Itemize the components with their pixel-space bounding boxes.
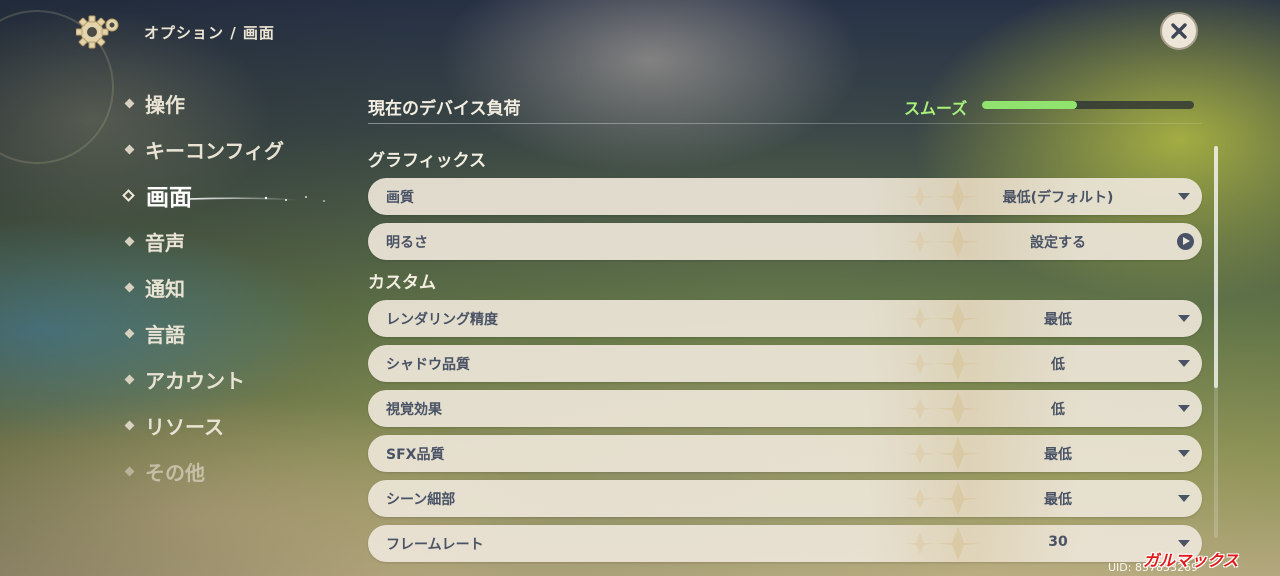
site-watermark: ガルマックス <box>1143 551 1239 570</box>
setting-label: レンダリング精度 <box>386 312 498 328</box>
bullet-icon <box>124 466 135 476</box>
device-load-row: 現在のデバイス負荷 スムーズ <box>368 80 1202 130</box>
chevron-down-icon <box>1178 495 1190 502</box>
chevron-down-icon <box>1178 405 1190 412</box>
nav-item-resources[interactable]: リソース <box>124 402 284 448</box>
bullet-icon <box>124 420 135 430</box>
settings-nav: 操作 キーコンフィグ 画面 音声 通知 言語 アカウント リソース その他 <box>122 80 325 494</box>
setting-value: 設定する <box>1030 235 1086 251</box>
nav-item-other[interactable]: その他 <box>124 448 284 494</box>
device-load-status: スムーズ <box>904 99 968 118</box>
selected-bullet-icon <box>122 188 135 202</box>
chevron-down-icon <box>1178 540 1190 547</box>
setting-label: 視覚効果 <box>386 402 442 418</box>
divider <box>368 123 1202 124</box>
nav-item-label: 操作 <box>145 92 185 117</box>
setting-label: SFX品質 <box>386 447 445 463</box>
setting-value: 最低 <box>1044 447 1072 463</box>
bullet-icon <box>124 144 135 154</box>
chevron-down-icon <box>1178 315 1190 322</box>
close-icon <box>1171 23 1187 39</box>
section-title-custom: カスタム <box>368 273 436 293</box>
bullet-icon <box>124 374 135 384</box>
device-load-label: 現在のデバイス負荷 <box>368 99 521 119</box>
nav-item-audio[interactable]: 音声 <box>124 218 284 264</box>
nav-item-language[interactable]: 言語 <box>124 310 284 356</box>
chevron-down-icon <box>1178 193 1190 200</box>
nav-item-label: その他 <box>145 460 205 485</box>
setting-value: 最低 <box>1044 312 1072 328</box>
setting-label: 明るさ <box>386 235 428 251</box>
setting-value: 30 <box>1048 534 1068 550</box>
nav-item-key-config[interactable]: キーコンフィグ <box>124 126 284 172</box>
scene-detail-dropdown[interactable]: シーン細部 最低 <box>368 480 1202 517</box>
section-title-graphics: グラフィックス <box>368 151 487 171</box>
setting-label: シーン細部 <box>386 492 456 508</box>
nav-item-label: 画面 <box>146 185 192 211</box>
nav-item-label: アカウント <box>145 368 245 393</box>
scrollbar-thumb[interactable] <box>1214 146 1218 388</box>
nav-item-account[interactable]: アカウント <box>124 356 284 402</box>
scrollbar[interactable] <box>1214 146 1218 538</box>
breadcrumb: オプション / 画面 <box>144 23 275 42</box>
chevron-down-icon <box>1178 450 1190 457</box>
setting-value: 最低(デフォルト) <box>1002 190 1114 206</box>
chevron-down-icon <box>1178 360 1190 367</box>
bullet-icon <box>124 98 135 108</box>
setting-value: 最低 <box>1044 492 1072 508</box>
bullet-icon <box>124 236 135 246</box>
setting-value: 低 <box>1051 402 1065 418</box>
gear-icon <box>75 12 124 52</box>
setting-label: フレームレート <box>386 537 484 553</box>
device-load-fill <box>982 101 1078 109</box>
nav-item-label: 言語 <box>145 322 185 347</box>
visual-effects-dropdown[interactable]: 視覚効果 低 <box>368 390 1202 427</box>
nav-item-label: リソース <box>145 414 224 439</box>
nav-item-controls[interactable]: 操作 <box>124 80 284 126</box>
render-resolution-dropdown[interactable]: レンダリング精度 最低 <box>368 300 1202 337</box>
shadow-quality-dropdown[interactable]: シャドウ品質 低 <box>368 345 1202 382</box>
setting-label: 画質 <box>386 190 414 206</box>
bullet-icon <box>124 282 135 292</box>
selection-sparkle-icon <box>188 196 325 202</box>
nav-item-label: 音声 <box>145 230 185 255</box>
setting-label: シャドウ品質 <box>386 357 470 373</box>
nav-item-notifications[interactable]: 通知 <box>124 264 284 310</box>
device-load-bar <box>982 101 1194 109</box>
nav-item-label: キーコンフィグ <box>145 138 284 163</box>
graphics-settings-panel: 現在のデバイス負荷 スムーズ グラフィックス 画質 最低(デフォルト) 明るさ … <box>368 80 1202 570</box>
graphics-quality-dropdown[interactable]: 画質 最低(デフォルト) <box>368 178 1202 215</box>
arrow-right-icon <box>1177 233 1194 250</box>
nav-item-graphics[interactable]: 画面 <box>122 172 325 218</box>
setting-value: 低 <box>1051 357 1065 373</box>
close-button[interactable] <box>1160 12 1198 50</box>
frame-rate-dropdown[interactable]: フレームレート 30 <box>368 525 1202 562</box>
header: オプション / 画面 <box>75 12 275 52</box>
brightness-setting[interactable]: 明るさ 設定する <box>368 223 1202 260</box>
bullet-icon <box>124 328 135 338</box>
nav-item-label: 通知 <box>145 276 185 301</box>
sfx-quality-dropdown[interactable]: SFX品質 最低 <box>368 435 1202 472</box>
